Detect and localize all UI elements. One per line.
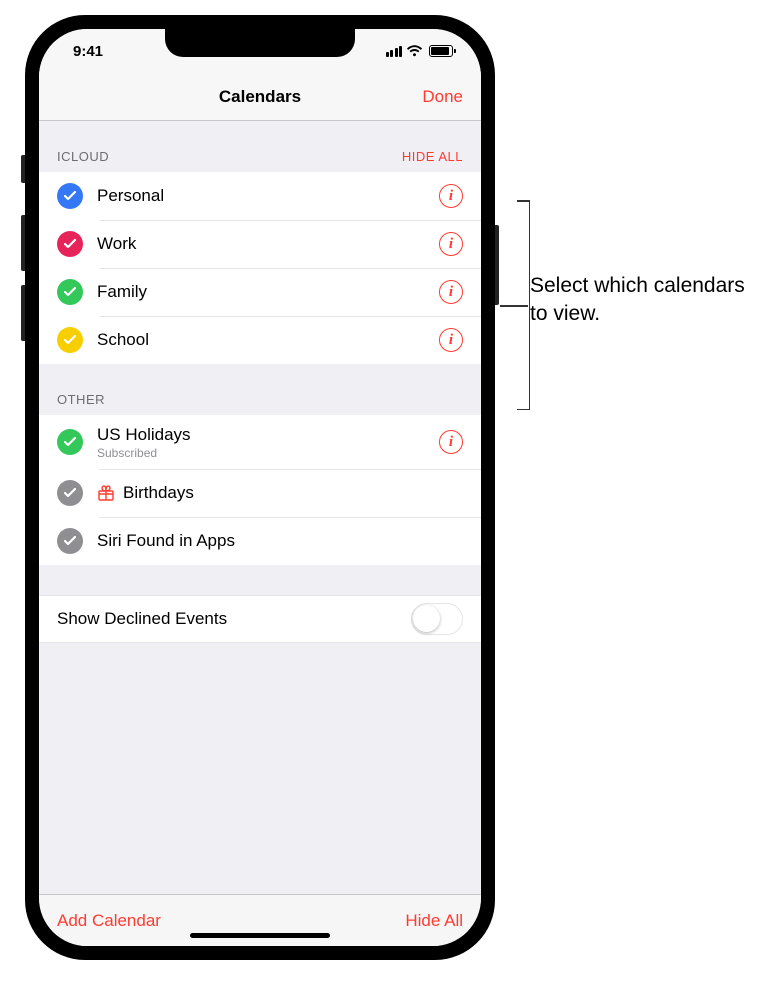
section-header-icloud: ICLOUD HIDE ALL [39,121,481,172]
done-button[interactable]: Done [422,87,463,107]
home-indicator [190,933,330,938]
callout-line [500,305,528,307]
calendar-row-family[interactable]: Family i [39,268,481,316]
section-label: OTHER [57,392,105,407]
calendar-title: Personal [97,186,439,206]
calendar-title: Family [97,282,439,302]
checkbox-icon[interactable] [57,279,83,305]
calendar-row-siri[interactable]: Siri Found in Apps [39,517,481,565]
calendar-title: Birthdays [123,483,194,503]
info-icon[interactable]: i [439,328,463,352]
calendar-row-school[interactable]: School i [39,316,481,364]
calendar-row-us-holidays[interactable]: US Holidays Subscribed i [39,415,481,469]
toolbar: Add Calendar Hide All [39,894,481,946]
nav-title: Calendars [219,87,301,107]
nav-bar: Calendars Done [39,73,481,121]
info-icon[interactable]: i [439,280,463,304]
add-calendar-button[interactable]: Add Calendar [57,911,161,931]
checkbox-icon[interactable] [57,327,83,353]
notch [165,29,355,57]
mute-switch [21,155,25,183]
calendar-row-birthdays[interactable]: Birthdays [39,469,481,517]
checkbox-icon[interactable] [57,480,83,506]
iphone-frame: 9:41 Calendars Done ICLOUD HIDE ALL [25,15,495,960]
volume-down-button [21,285,25,341]
battery-icon [429,45,453,57]
status-right [386,45,454,57]
gift-icon [97,484,115,502]
hide-all-icloud-button[interactable]: HIDE ALL [402,149,463,164]
show-declined-row: Show Declined Events [39,595,481,643]
info-icon[interactable]: i [439,184,463,208]
screen: 9:41 Calendars Done ICLOUD HIDE ALL [39,29,481,946]
checkbox-icon[interactable] [57,528,83,554]
calendar-title: Work [97,234,439,254]
power-button [495,225,499,305]
icloud-list: Personal i Work i Family i [39,172,481,364]
status-time: 9:41 [73,43,103,60]
checkbox-icon[interactable] [57,183,83,209]
calendar-row-work[interactable]: Work i [39,220,481,268]
calendar-title: School [97,330,439,350]
other-list: US Holidays Subscribed i [39,415,481,565]
calendar-subtitle: Subscribed [97,446,439,460]
callout: Select which calendars to view. [530,272,755,329]
show-declined-toggle[interactable] [411,603,463,635]
callout-text: Select which calendars to view. [530,272,755,329]
signal-icon [386,46,403,57]
toggle-label: Show Declined Events [57,609,227,629]
calendars-list: ICLOUD HIDE ALL Personal i Work i [39,121,481,894]
calendar-row-personal[interactable]: Personal i [39,172,481,220]
checkbox-icon[interactable] [57,429,83,455]
calendar-title: Siri Found in Apps [97,531,463,551]
hide-all-button[interactable]: Hide All [405,911,463,931]
wifi-icon [406,45,423,57]
calendar-title: US Holidays [97,425,439,445]
info-icon[interactable]: i [439,430,463,454]
checkbox-icon[interactable] [57,231,83,257]
volume-up-button [21,215,25,271]
info-icon[interactable]: i [439,232,463,256]
section-header-other: OTHER [39,364,481,415]
section-label: ICLOUD [57,149,109,164]
